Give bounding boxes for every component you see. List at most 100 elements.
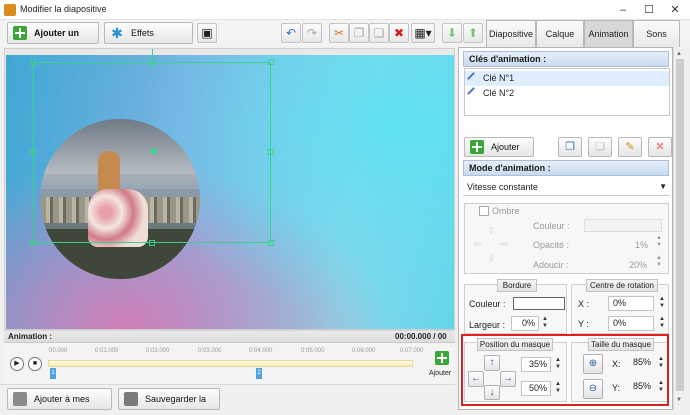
shadow-color-swatch[interactable] xyxy=(584,219,662,232)
save-icon xyxy=(124,392,138,406)
screen-icon[interactable]: ▣ xyxy=(197,23,217,43)
brush-icon[interactable]: ✎ xyxy=(618,137,642,157)
keyframes-header: Clés d'animation : xyxy=(463,51,669,67)
play-icon[interactable]: ▶ xyxy=(10,357,24,371)
spin-icon[interactable]: ▲ ▼ xyxy=(541,316,549,330)
pin-icon xyxy=(467,72,480,85)
shadow-opacity-value: 1% xyxy=(635,240,649,250)
fit-dropdown-icon[interactable]: ▦▾ xyxy=(411,23,435,43)
keyframe-list[interactable]: Clé N°1 Clé N°2 xyxy=(464,68,670,116)
resize-handle[interactable] xyxy=(268,240,274,246)
keyframe-item[interactable]: Clé N°1 xyxy=(465,71,669,86)
chevron-down-icon: ▼ xyxy=(659,182,667,191)
tick-label: 00.000 xyxy=(49,348,68,354)
mode-header: Mode d'animation : xyxy=(463,160,669,176)
tick-label: 0:07.000 xyxy=(400,348,424,354)
plus-icon xyxy=(13,26,27,40)
move-down-icon[interactable]: ⬇ xyxy=(442,23,462,43)
paste-icon[interactable]: ❏ xyxy=(369,23,389,43)
resize-handle[interactable] xyxy=(149,240,155,246)
highlight-box xyxy=(461,334,669,406)
resize-handle[interactable] xyxy=(30,149,36,155)
timeline-add-label: Ajouter xyxy=(429,370,452,377)
timeline-track[interactable]: 00.000 0:01.000 0:02.000 0:03.000 0:04.0… xyxy=(48,344,423,380)
slide-effects-button[interactable]: ✱ Effets diapositive xyxy=(104,22,193,58)
timeline-bar xyxy=(48,360,413,367)
delete-key-icon[interactable]: ✖ xyxy=(648,137,672,157)
delete-icon[interactable]: ✖ xyxy=(389,23,409,43)
shadow-soften-label: Adoucir : xyxy=(533,260,569,270)
duplicate-icon[interactable]: ❐ xyxy=(558,137,582,157)
tick-label: 0:06.000 xyxy=(352,348,376,354)
tick-label: 0:04.000 xyxy=(249,348,273,354)
rotation-x-label: X : xyxy=(578,299,590,309)
resize-handle[interactable] xyxy=(149,59,155,65)
mode-value: Vitesse constante xyxy=(467,182,538,192)
shadow-checkbox[interactable] xyxy=(479,206,489,216)
resize-handle[interactable] xyxy=(268,59,274,65)
save-scene-button[interactable]: Sauvegarder la scène xyxy=(118,388,220,415)
panel-scrollbar[interactable]: ▲ ▼ xyxy=(673,47,686,410)
timeline-label: Animation : xyxy=(8,332,52,341)
keyframe-item[interactable]: Clé N°2 xyxy=(465,86,669,101)
redo-icon[interactable]: ↷ xyxy=(302,23,322,43)
border-width-field[interactable]: 0% xyxy=(511,316,539,331)
tab-animation[interactable]: Animation xyxy=(584,20,633,47)
spin-icon[interactable]: ▲ ▼ xyxy=(658,316,666,330)
scene-add-icon xyxy=(13,392,27,406)
tick-label: 0:02.000 xyxy=(146,348,170,354)
undo-icon[interactable]: ↶ xyxy=(281,23,301,43)
keyframe-label: Clé N°2 xyxy=(483,88,515,98)
shadow-opacity-label: Opacité : xyxy=(533,240,570,250)
add-keyframe-button[interactable]: Ajouter xyxy=(464,137,534,157)
tick-label: 0:01.000 xyxy=(95,348,119,354)
spin-icon[interactable]: ▲ ▼ xyxy=(656,235,662,249)
key-marker[interactable]: 1 xyxy=(50,368,56,379)
timeline-add-button[interactable]: Ajouter xyxy=(429,349,453,381)
close-button[interactable]: ✕ xyxy=(664,0,686,20)
shadow-label: Ombre xyxy=(492,206,520,216)
preview-area xyxy=(4,48,455,330)
border-width-label: Largeur : xyxy=(469,320,506,330)
center-point[interactable] xyxy=(151,148,157,154)
rotation-title: Centre de rotation xyxy=(586,279,658,292)
paste-key-icon[interactable]: ❏ xyxy=(588,137,612,157)
resize-handle[interactable] xyxy=(268,149,274,155)
add-to-scenes-button[interactable]: Ajouter à mes scènes xyxy=(7,388,112,415)
mode-select[interactable]: Vitesse constante ▼ xyxy=(463,178,670,196)
scroll-thumb[interactable] xyxy=(676,59,684,391)
move-up-icon[interactable]: ⬆ xyxy=(463,23,483,43)
spin-icon[interactable]: ▲ ▼ xyxy=(658,296,666,310)
arrow-down-icon: ⇩ xyxy=(487,254,496,265)
keyframe-label: Clé N°1 xyxy=(483,73,515,83)
tab-sounds[interactable]: Sons xyxy=(633,20,680,47)
minimize-button[interactable]: – xyxy=(612,0,634,20)
rotation-x-field[interactable]: 0% xyxy=(608,296,654,311)
timeline-header: Animation : 00:00.000 / 00 xyxy=(4,331,455,343)
resize-handle[interactable] xyxy=(30,240,36,246)
scroll-down-icon[interactable]: ▼ xyxy=(676,397,682,403)
cut-icon[interactable]: ✂ xyxy=(329,23,349,43)
maximize-button[interactable]: ☐ xyxy=(638,0,660,20)
tick-label: 0:03.000 xyxy=(198,348,222,354)
save-scene-label: Sauvegarder la scène xyxy=(145,394,207,415)
tab-slide[interactable]: Diapositive xyxy=(486,20,536,47)
add-layer-button[interactable]: Ajouter un calque xyxy=(7,22,99,58)
add-to-scenes-label: Ajouter à mes scènes xyxy=(34,394,90,415)
border-title: Bordure xyxy=(497,279,537,292)
copy-icon[interactable]: ❐ xyxy=(349,23,369,43)
resize-handle[interactable] xyxy=(30,59,36,65)
spin-icon[interactable]: ▲ ▼ xyxy=(656,255,662,269)
stop-icon[interactable]: ■ xyxy=(28,357,42,371)
add-keyframe-label: Ajouter xyxy=(491,142,520,152)
rotation-y-field[interactable]: 0% xyxy=(608,316,654,331)
shadow-color-label: Couleur : xyxy=(533,221,570,231)
shadow-soften-value: 20% xyxy=(629,260,648,270)
border-color-swatch[interactable] xyxy=(513,297,565,310)
arrow-up-icon: ⇧ xyxy=(487,226,496,237)
tab-layer[interactable]: Calque xyxy=(536,20,584,47)
tick-label: 0:05.000 xyxy=(301,348,325,354)
timeline-panel: Animation : 00:00.000 / 00 ▶ ■ 00.000 0:… xyxy=(4,330,455,384)
key-marker[interactable]: 2 xyxy=(256,368,262,379)
scroll-up-icon[interactable]: ▲ xyxy=(676,51,682,57)
